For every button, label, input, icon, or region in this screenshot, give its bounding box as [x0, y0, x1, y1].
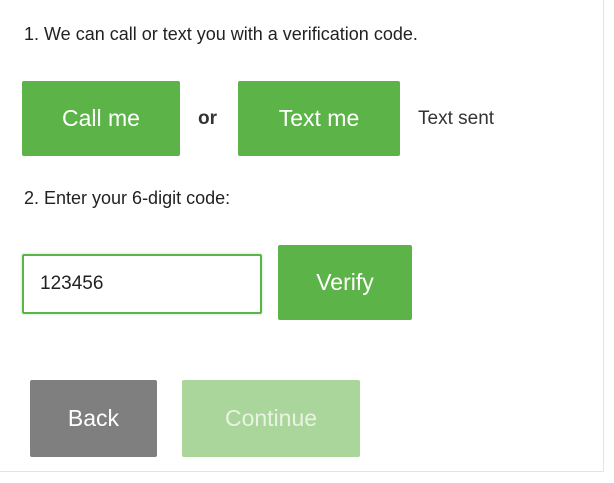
- text-me-button[interactable]: Text me: [238, 81, 400, 156]
- verification-code-input[interactable]: [22, 254, 262, 314]
- step2-instruction: 2. Enter your 6-digit code:: [24, 188, 231, 208]
- verification-panel: 1. We can call or text you with a verifi…: [0, 0, 604, 472]
- call-me-button[interactable]: Call me: [22, 81, 180, 156]
- verify-button[interactable]: Verify: [278, 245, 412, 320]
- step1-instruction: 1. We can call or text you with a verifi…: [24, 24, 418, 44]
- or-separator: or: [198, 108, 217, 129]
- continue-button[interactable]: Continue: [182, 380, 360, 457]
- back-button[interactable]: Back: [30, 380, 157, 457]
- status-text-sent: Text sent: [418, 108, 495, 129]
